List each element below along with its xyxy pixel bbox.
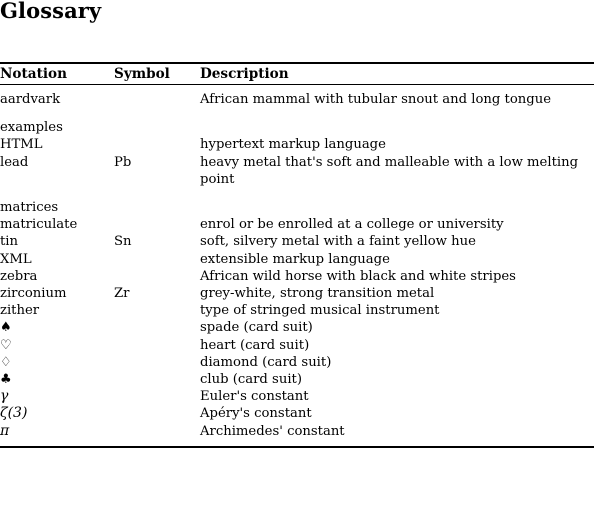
cell-notation: matriculate	[0, 217, 78, 233]
cell-symbol: Pb	[114, 154, 132, 170]
cell-notation: tin	[0, 234, 19, 250]
cell-notation: matrices	[0, 200, 59, 216]
cell-symbol	[114, 108, 200, 136]
cell-symbol	[114, 85, 200, 108]
cell-description: heart (card suit)	[200, 337, 310, 353]
cell-description: diamond (card suit)	[200, 354, 332, 370]
glossary-table-body: aardvark African mammal with tubular snou…	[0, 85, 594, 446]
cell-description: type of stringed musical instrument	[200, 303, 440, 319]
cell-notation-suit-icon: ♢	[0, 354, 12, 370]
table-row: ♠ spade (card suit)	[0, 319, 594, 336]
table-row: HTML hypertext markup language	[0, 136, 594, 153]
table-row: aardvark African mammal with tubular snou…	[0, 85, 594, 108]
cell-symbol: Zr	[114, 286, 130, 302]
cell-symbol	[114, 371, 200, 388]
cell-symbol	[114, 405, 200, 422]
cell-notation: zither	[0, 303, 40, 319]
cell-description: Apéry's constant	[200, 406, 312, 422]
cell-description: spade (card suit)	[200, 320, 313, 336]
cell-notation-suit-icon: ♣	[0, 372, 12, 388]
table-row: zirconium Zr grey-white, strong transition…	[0, 285, 594, 302]
cell-symbol	[114, 319, 200, 336]
cell-symbol	[114, 216, 200, 233]
cell-notation: lead	[0, 154, 29, 170]
table-row: lead Pb heavy metal that's soft and mallea…	[0, 154, 594, 188]
cell-symbol	[114, 388, 200, 405]
cell-description: Archimedes' constant	[200, 423, 345, 439]
table-row: XML extensible markup language	[0, 251, 594, 268]
table-row: ζ(3) Apéry's constant	[0, 405, 594, 422]
cell-symbol	[114, 302, 200, 319]
cell-notation: aardvark	[0, 92, 61, 107]
table-row: zither type of stringed musical instrumen…	[0, 302, 594, 319]
cell-description: extensible markup language	[200, 251, 390, 267]
cell-description	[200, 108, 594, 136]
cell-description: African mammal with tubular snout and lo…	[200, 92, 552, 107]
cell-description: grey-white, strong transition metal	[200, 286, 435, 302]
table-body: aardvark African mammal with tubular snou…	[0, 85, 594, 446]
table-header-row: Notation Symbol Description	[0, 64, 594, 84]
page-title: Glossary	[0, 0, 102, 23]
cell-description: hypertext markup language	[200, 137, 386, 153]
cell-notation: π	[0, 422, 10, 439]
cell-description: soft, silvery metal with a faint yellow …	[200, 234, 476, 250]
document-page: Glossary Notation Symbol Description aar…	[0, 0, 594, 507]
cell-description: African wild horse with black and white …	[200, 268, 516, 284]
cell-description: heavy metal that's soft and malleable wi…	[200, 154, 579, 187]
cell-notation: examples	[0, 120, 63, 136]
glossary-table-container: Notation Symbol Description aardvark Afri…	[0, 62, 594, 448]
cell-notation: ζ(3)	[0, 405, 28, 422]
cell-notation: XML	[0, 251, 32, 267]
table-row: γ Euler's constant	[0, 388, 594, 405]
cell-description: enrol or be enrolled at a college or uni…	[200, 217, 504, 233]
table-row: tin Sn soft, silvery metal with a faint ye…	[0, 233, 594, 250]
table-bottom-rule	[0, 445, 594, 448]
cell-symbol: Sn	[114, 234, 132, 250]
column-header-notation: Notation	[0, 66, 67, 82]
cell-symbol	[114, 251, 200, 268]
table-header: Notation Symbol Description	[0, 64, 594, 84]
table-row: matriculate enrol or be enrolled at a col…	[0, 216, 594, 233]
cell-symbol	[114, 268, 200, 285]
cell-notation: HTML	[0, 137, 43, 153]
table-row: zebra African wild horse with black and w…	[0, 268, 594, 285]
cell-symbol	[114, 354, 200, 371]
cell-description: club (card suit)	[200, 372, 302, 388]
table-row: examples	[0, 108, 594, 136]
table-row: π Archimedes' constant	[0, 423, 594, 446]
cell-notation: zirconium	[0, 286, 67, 302]
cell-description	[200, 188, 594, 216]
cell-symbol	[114, 188, 200, 216]
cell-description: Euler's constant	[200, 389, 309, 405]
table-row: ♡ heart (card suit)	[0, 337, 594, 354]
column-header-symbol: Symbol	[114, 66, 170, 82]
cell-notation: zebra	[0, 268, 38, 284]
cell-symbol	[114, 136, 200, 153]
table-row: matrices	[0, 188, 594, 216]
cell-symbol	[114, 337, 200, 354]
cell-notation-suit-icon: ♠	[0, 320, 12, 336]
table-row: ♣ club (card suit)	[0, 371, 594, 388]
cell-notation-suit-icon: ♡	[0, 337, 12, 353]
table-row: ♢ diamond (card suit)	[0, 354, 594, 371]
glossary-table: Notation Symbol Description	[0, 64, 594, 84]
cell-notation: γ	[0, 388, 9, 405]
column-header-description: Description	[200, 66, 289, 82]
cell-symbol	[114, 423, 200, 446]
